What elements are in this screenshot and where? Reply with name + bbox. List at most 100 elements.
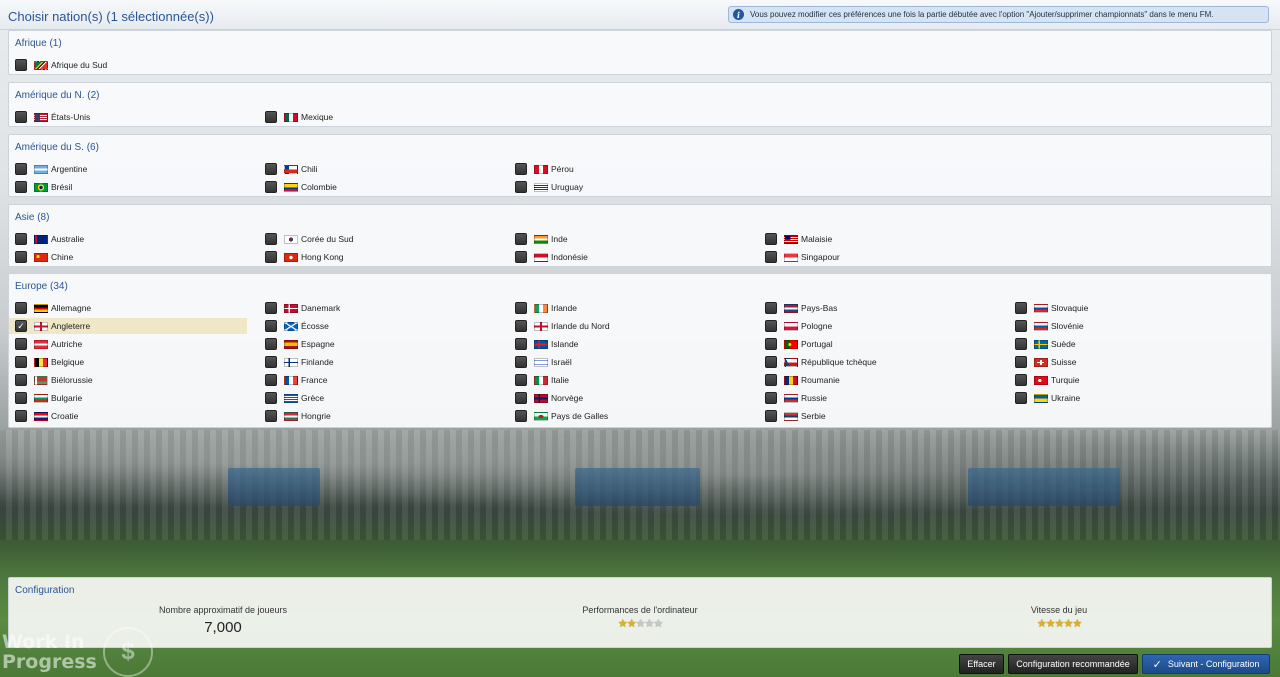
nation-row[interactable]: République tchèque <box>759 354 997 370</box>
nation-row[interactable]: Corée du Sud <box>259 231 497 247</box>
nation-row[interactable]: France <box>259 372 497 388</box>
checkbox[interactable] <box>265 163 277 175</box>
checkbox[interactable] <box>15 410 27 422</box>
checkbox[interactable] <box>15 392 27 404</box>
nation-row[interactable]: Chili <box>259 161 497 177</box>
clear-button[interactable]: Effacer <box>959 654 1004 674</box>
nation-row[interactable]: Écosse <box>259 318 497 334</box>
checkbox[interactable] <box>765 251 777 263</box>
nation-row[interactable]: Mexique <box>259 109 497 125</box>
checkbox[interactable] <box>15 338 27 350</box>
nation-row[interactable]: Bulgarie <box>9 390 247 406</box>
nation-row[interactable]: Pologne <box>759 318 997 334</box>
checkbox[interactable] <box>265 392 277 404</box>
nation-row[interactable]: Pays-Bas <box>759 300 997 316</box>
checkbox[interactable] <box>15 302 27 314</box>
nation-row[interactable]: Slovaquie <box>1009 300 1247 316</box>
nation-row[interactable]: Allemagne <box>9 300 247 316</box>
nation-row[interactable]: Indonésie <box>509 249 747 265</box>
checkbox[interactable] <box>515 302 527 314</box>
checkbox[interactable] <box>1015 392 1027 404</box>
nation-row[interactable]: Pérou <box>509 161 747 177</box>
nation-row[interactable]: Suisse <box>1009 354 1247 370</box>
checkbox[interactable] <box>765 392 777 404</box>
checkbox[interactable] <box>15 233 27 245</box>
checkbox[interactable] <box>265 320 277 332</box>
nation-row[interactable]: Biélorussie <box>9 372 247 388</box>
nation-row[interactable]: Suède <box>1009 336 1247 352</box>
checkbox[interactable] <box>765 233 777 245</box>
checkbox[interactable] <box>765 320 777 332</box>
nation-row[interactable]: Israël <box>509 354 747 370</box>
checkbox[interactable] <box>15 163 27 175</box>
checkbox[interactable] <box>515 163 527 175</box>
next-configuration-button[interactable]: ✓ Suivant - Configuration <box>1142 654 1270 674</box>
checkbox-checked[interactable]: ✓ <box>15 320 27 332</box>
checkbox[interactable] <box>15 59 27 71</box>
checkbox[interactable] <box>515 410 527 422</box>
nation-row[interactable]: Turquie <box>1009 372 1247 388</box>
checkbox[interactable] <box>15 181 27 193</box>
checkbox[interactable] <box>1015 356 1027 368</box>
nation-row[interactable]: Hong Kong <box>259 249 497 265</box>
checkbox[interactable] <box>265 302 277 314</box>
checkbox[interactable] <box>515 251 527 263</box>
checkbox[interactable] <box>265 356 277 368</box>
recommended-config-button[interactable]: Configuration recommandée <box>1008 654 1138 674</box>
checkbox[interactable] <box>265 181 277 193</box>
checkbox[interactable] <box>1015 320 1027 332</box>
nation-row[interactable]: Hongrie <box>259 408 497 424</box>
checkbox[interactable] <box>265 251 277 263</box>
nation-row[interactable]: États-Unis <box>9 109 247 125</box>
nation-row[interactable]: Slovénie <box>1009 318 1247 334</box>
checkbox[interactable] <box>765 356 777 368</box>
nation-row[interactable]: Finlande <box>259 354 497 370</box>
checkbox[interactable] <box>1015 374 1027 386</box>
nation-row[interactable]: Singapour <box>759 249 997 265</box>
checkbox[interactable] <box>515 320 527 332</box>
nation-row[interactable]: Norvège <box>509 390 747 406</box>
nation-row[interactable]: Colombie <box>259 179 497 195</box>
checkbox[interactable] <box>265 338 277 350</box>
checkbox[interactable] <box>765 338 777 350</box>
checkbox[interactable] <box>765 410 777 422</box>
nation-row[interactable]: Espagne <box>259 336 497 352</box>
checkbox[interactable] <box>265 233 277 245</box>
checkbox[interactable] <box>265 374 277 386</box>
nation-row[interactable]: Uruguay <box>509 179 747 195</box>
checkbox[interactable] <box>15 111 27 123</box>
checkbox[interactable] <box>15 251 27 263</box>
nation-row[interactable]: Afrique du Sud <box>9 57 247 73</box>
checkbox[interactable] <box>1015 338 1027 350</box>
nation-row-selected[interactable]: ✓ Angleterre <box>9 318 247 334</box>
nation-row[interactable]: Inde <box>509 231 747 247</box>
nation-row[interactable]: Argentine <box>9 161 247 177</box>
nation-row[interactable]: Brésil <box>9 179 247 195</box>
nation-row[interactable]: Serbie <box>759 408 997 424</box>
checkbox[interactable] <box>265 410 277 422</box>
nation-row[interactable]: Islande <box>509 336 747 352</box>
checkbox[interactable] <box>515 338 527 350</box>
checkbox[interactable] <box>515 356 527 368</box>
nation-row[interactable]: Italie <box>509 372 747 388</box>
nation-row[interactable]: Irlande du Nord <box>509 318 747 334</box>
nation-row[interactable]: Grèce <box>259 390 497 406</box>
checkbox[interactable] <box>515 392 527 404</box>
nation-row[interactable]: Malaisie <box>759 231 997 247</box>
nation-row[interactable]: Croatie <box>9 408 247 424</box>
nation-row[interactable]: Russie <box>759 390 997 406</box>
checkbox[interactable] <box>15 374 27 386</box>
nation-row[interactable]: Roumanie <box>759 372 997 388</box>
checkbox[interactable] <box>515 181 527 193</box>
checkbox[interactable] <box>15 356 27 368</box>
nation-row[interactable]: Irlande <box>509 300 747 316</box>
nation-row[interactable]: Australie <box>9 231 247 247</box>
nation-row[interactable]: Danemark <box>259 300 497 316</box>
nation-row[interactable]: Chine <box>9 249 247 265</box>
checkbox[interactable] <box>765 302 777 314</box>
nation-row[interactable]: Ukraine <box>1009 390 1247 406</box>
nation-row[interactable]: Pays de Galles <box>509 408 747 424</box>
nation-row[interactable]: Belgique <box>9 354 247 370</box>
checkbox[interactable] <box>765 374 777 386</box>
checkbox[interactable] <box>265 111 277 123</box>
